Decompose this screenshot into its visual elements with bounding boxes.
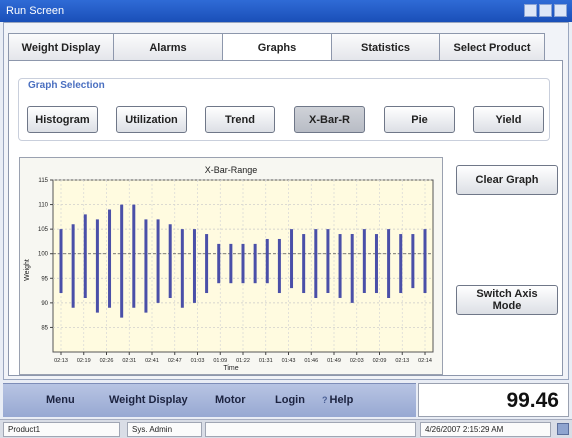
y-axis-label: Weight bbox=[24, 259, 31, 281]
x-tick-label: 02:41 bbox=[145, 358, 159, 364]
x-tick-label: 01:31 bbox=[259, 358, 273, 364]
y-tick-label: 105 bbox=[38, 227, 49, 233]
x-tick-label: 02:47 bbox=[168, 358, 182, 364]
tab-alarms[interactable]: Alarms bbox=[113, 33, 223, 61]
x-bar-range-chart: X-Bar-Range Time Weight 115 110 105 100 95 90… bbox=[24, 165, 434, 372]
window-control-button[interactable] bbox=[554, 4, 567, 17]
x-tick-label: 02:14 bbox=[418, 358, 432, 364]
question-icon: ? bbox=[322, 395, 328, 405]
x-tick-label: 01:09 bbox=[213, 358, 227, 364]
y-tick-label: 95 bbox=[41, 276, 48, 282]
switch-axis-mode-button[interactable]: Switch Axis Mode bbox=[456, 285, 558, 315]
x-axis-label: Time bbox=[223, 365, 238, 372]
login-button[interactable]: Login bbox=[275, 394, 305, 406]
chart-container: X-Bar-Range Time Weight 115 110 105 100 95 90… bbox=[19, 157, 443, 375]
tab-select-product[interactable]: Select Product bbox=[439, 33, 545, 61]
trend-button[interactable]: Trend bbox=[205, 106, 275, 133]
x-tick-label: 02:19 bbox=[77, 358, 91, 364]
y-tick-label: 110 bbox=[38, 203, 48, 209]
x-tick-label: 02:09 bbox=[373, 358, 387, 364]
tab-bar: Weight Display Alarms Graphs Statistics … bbox=[8, 33, 545, 62]
current-weight-value: 99.46 bbox=[418, 383, 569, 417]
y-tick-label: 85 bbox=[41, 325, 48, 331]
y-tick-label: 115 bbox=[38, 178, 48, 184]
yield-button[interactable]: Yield bbox=[473, 106, 544, 133]
tab-weight-display[interactable]: Weight Display bbox=[8, 33, 114, 61]
menu-button[interactable]: Menu bbox=[46, 394, 75, 406]
chart-title: X-Bar-Range bbox=[205, 165, 258, 175]
pie-button[interactable]: Pie bbox=[384, 106, 455, 133]
x-tick-label: 01:46 bbox=[304, 358, 318, 364]
window-control-button[interactable] bbox=[524, 4, 537, 17]
plot-area: 115 110 105 100 95 90 85 02:13 02:19 02:26 02:31 02… bbox=[38, 178, 434, 364]
x-bar-r-button[interactable]: X-Bar-R bbox=[294, 106, 365, 133]
resize-grip-icon bbox=[557, 423, 569, 435]
x-tick-label: 01:03 bbox=[191, 358, 205, 364]
window-controls bbox=[524, 4, 567, 17]
help-label: Help bbox=[329, 394, 354, 406]
motor-button[interactable]: Motor bbox=[215, 394, 246, 406]
tab-statistics[interactable]: Statistics bbox=[331, 33, 440, 61]
status-bar: Product1 Sys. Admin 4/26/2007 2:15:29 AM bbox=[0, 419, 572, 438]
window-title: Run Screen bbox=[6, 5, 65, 17]
x-tick-label: 02:13 bbox=[54, 358, 68, 364]
help-button[interactable]: ? Help bbox=[322, 394, 353, 406]
status-user: Sys. Admin bbox=[127, 422, 202, 437]
graph-selection-title: Graph Selection bbox=[28, 80, 105, 91]
status-product: Product1 bbox=[3, 422, 120, 437]
y-tick-label: 90 bbox=[41, 301, 48, 307]
utilization-button[interactable]: Utilization bbox=[116, 106, 187, 133]
x-tick-label: 01:43 bbox=[282, 358, 296, 364]
x-tick-label: 01:22 bbox=[236, 358, 250, 364]
status-empty-field bbox=[205, 422, 416, 437]
x-tick-label: 02:26 bbox=[100, 358, 114, 364]
weight-display-button[interactable]: Weight Display bbox=[109, 394, 188, 406]
x-tick-label: 01:49 bbox=[327, 358, 341, 364]
status-datetime: 4/26/2007 2:15:29 AM bbox=[420, 422, 551, 437]
x-tick-label: 02:13 bbox=[395, 358, 409, 364]
x-tick-label: 02:31 bbox=[122, 358, 136, 364]
bottom-menu-bar: Menu Weight Display Motor Login ? Help bbox=[3, 383, 416, 417]
x-tick-label: 02:03 bbox=[350, 358, 364, 364]
histogram-button[interactable]: Histogram bbox=[27, 106, 98, 133]
tab-graphs[interactable]: Graphs bbox=[222, 33, 332, 62]
y-tick-label: 100 bbox=[38, 252, 49, 258]
clear-graph-button[interactable]: Clear Graph bbox=[456, 165, 558, 195]
window-control-button[interactable] bbox=[539, 4, 552, 17]
window-titlebar: Run Screen bbox=[0, 0, 572, 22]
